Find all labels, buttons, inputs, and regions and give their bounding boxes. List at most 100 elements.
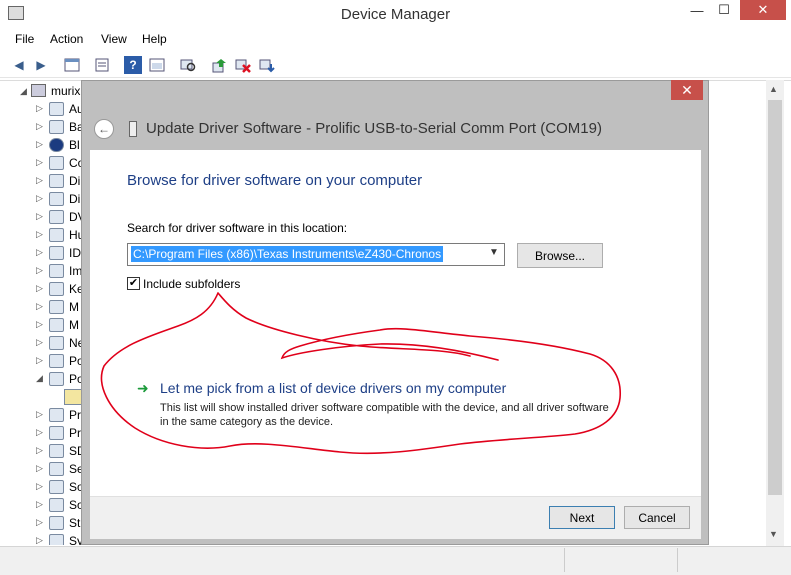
- expand-arrow-icon[interactable]: ▷: [36, 355, 43, 366]
- expand-arrow-icon[interactable]: ▷: [36, 193, 43, 204]
- tree-item[interactable]: ▷ SD: [0, 443, 86, 461]
- tree-item[interactable]: ▷ Ba: [0, 119, 85, 137]
- dialog-close-button[interactable]: ✕: [671, 80, 703, 100]
- disable-device-icon[interactable]: [234, 56, 252, 74]
- expand-arrow-icon[interactable]: ▷: [36, 463, 43, 474]
- tree-item[interactable]: ▷ Hu: [0, 227, 85, 245]
- next-button[interactable]: Next: [549, 506, 615, 529]
- expand-arrow-icon[interactable]: ▷: [36, 103, 43, 114]
- driver-path-value[interactable]: C:\Program Files (x86)\Texas Instruments…: [131, 246, 444, 262]
- tree-item[interactable]: ▷ So: [0, 497, 85, 515]
- expand-arrow-icon[interactable]: ▷: [36, 265, 43, 276]
- tree-item-label: ID: [69, 246, 81, 260]
- menu-action[interactable]: Action: [50, 32, 83, 46]
- tree-item[interactable]: ▷ DV: [0, 209, 86, 227]
- menu-view[interactable]: View: [101, 32, 127, 46]
- window-title: Device Manager: [340, 6, 451, 23]
- port-device-warning-icon[interactable]: [64, 389, 82, 405]
- tree-item[interactable]: ▷ Se: [0, 461, 85, 479]
- tree-item[interactable]: ▷ Ne: [0, 335, 85, 353]
- tree-item-label: Di: [69, 174, 81, 188]
- menu-help[interactable]: Help: [142, 32, 167, 46]
- expand-arrow-icon[interactable]: ▷: [36, 175, 43, 186]
- expand-arrow-icon[interactable]: ▷: [36, 301, 43, 312]
- tree-item-label: Di: [69, 192, 81, 206]
- back-icon[interactable]: ◀: [10, 56, 28, 74]
- network-adapter-icon: [49, 336, 64, 350]
- battery-icon: [49, 120, 64, 134]
- console-icon[interactable]: [148, 56, 166, 74]
- tree-item[interactable]: ▷ So: [0, 479, 85, 497]
- printer-icon: [49, 408, 64, 422]
- scroll-down-icon[interactable]: ▼: [769, 529, 778, 539]
- status-bar: [0, 546, 791, 575]
- uninstall-icon[interactable]: [258, 56, 276, 74]
- pick-from-list-description: This list will show installed driver sof…: [160, 402, 609, 428]
- tree-item[interactable]: ▷ St: [0, 515, 85, 533]
- tree-item[interactable]: ▷ M: [0, 299, 85, 317]
- scan-hardware-icon[interactable]: [179, 56, 197, 74]
- tree-item[interactable]: ▷ Au: [0, 101, 85, 119]
- tree-item[interactable]: ▷ Pr: [0, 425, 85, 443]
- expand-arrow-icon[interactable]: ▷: [36, 247, 43, 258]
- tree-item[interactable]: ◢ Po: [0, 371, 85, 389]
- tree-item[interactable]: ▷ Di: [0, 173, 85, 191]
- expand-arrow-icon[interactable]: ▷: [36, 337, 43, 348]
- help-icon[interactable]: ?: [124, 56, 142, 74]
- chevron-down-icon[interactable]: ▼: [489, 247, 499, 258]
- tree-item-label: St: [69, 516, 81, 530]
- expand-arrow-icon[interactable]: ▷: [36, 211, 43, 222]
- expand-arrow-icon[interactable]: ▷: [36, 535, 43, 545]
- tree-item[interactable]: ▷ Im: [0, 263, 85, 281]
- maximize-button[interactable]: ☐: [711, 0, 737, 20]
- tree-item[interactable]: ▷ Pr: [0, 407, 85, 425]
- minimize-button[interactable]: —: [684, 0, 710, 20]
- forward-icon[interactable]: ▶: [32, 56, 50, 74]
- mouse-icon: [49, 300, 64, 314]
- cancel-button[interactable]: Cancel: [624, 506, 690, 529]
- tree-item[interactable]: ▷ Di: [0, 191, 85, 209]
- close-button[interactable]: ✕: [740, 0, 786, 20]
- tree-item[interactable]: ▷ Ke: [0, 281, 85, 299]
- search-location-label: Search for driver software in this locat…: [127, 221, 348, 235]
- update-driver-icon[interactable]: [210, 56, 228, 74]
- expand-arrow-icon[interactable]: ▷: [36, 139, 43, 150]
- portable-device-icon: [49, 354, 64, 368]
- back-arrow-icon[interactable]: ←: [94, 119, 114, 139]
- expand-arrow-icon[interactable]: ▷: [36, 229, 43, 240]
- expand-arrow-icon[interactable]: ▷: [36, 499, 43, 510]
- list-icon[interactable]: [93, 56, 111, 74]
- scroll-up-icon[interactable]: ▲: [769, 84, 778, 94]
- tree-item[interactable]: ▷ Bl: [0, 137, 85, 155]
- tree-root[interactable]: murix: [51, 84, 80, 98]
- tree-item-label: Pr: [69, 408, 81, 422]
- expand-arrow-icon[interactable]: ▷: [36, 283, 43, 294]
- properties-icon[interactable]: [63, 56, 81, 74]
- tree-item-label: Pr: [69, 426, 81, 440]
- audio-icon: [49, 102, 64, 116]
- menu-file[interactable]: File: [15, 32, 34, 46]
- include-subfolders-label[interactable]: Include subfolders: [143, 277, 240, 291]
- expand-arrow-icon[interactable]: ▷: [36, 481, 43, 492]
- collapse-arrow-icon[interactable]: ◢: [36, 373, 43, 384]
- pick-from-list-link[interactable]: Let me pick from a list of device driver…: [160, 380, 506, 396]
- expand-arrow-icon[interactable]: ▷: [36, 409, 43, 420]
- expand-arrow-icon[interactable]: ▷: [36, 517, 43, 528]
- include-subfolders-checkbox[interactable]: ✔: [127, 277, 140, 290]
- tree-item[interactable]: ▷ Po: [0, 353, 85, 371]
- tree-item[interactable]: ▷ ID: [0, 245, 85, 263]
- browse-button[interactable]: Browse...: [517, 243, 603, 268]
- expand-arrow-icon[interactable]: ▷: [36, 121, 43, 132]
- tree-item[interactable]: ▷ Sy: [0, 533, 85, 545]
- expand-arrow-icon[interactable]: ▷: [36, 445, 43, 456]
- scrollbar-thumb[interactable]: [768, 100, 782, 495]
- expand-arrow-icon[interactable]: ▷: [36, 157, 43, 168]
- expand-arrow-icon[interactable]: ▷: [36, 427, 43, 438]
- tree-item[interactable]: ▷ M: [0, 317, 85, 335]
- tree-item[interactable]: ▷ Co: [0, 155, 85, 173]
- toolbar: [0, 52, 791, 78]
- dvd-drive-icon: [49, 210, 64, 224]
- expand-arrow-icon[interactable]: ▷: [36, 319, 43, 330]
- green-arrow-icon[interactable]: ➜: [137, 380, 149, 397]
- collapse-arrow-icon[interactable]: ◢: [20, 86, 27, 97]
